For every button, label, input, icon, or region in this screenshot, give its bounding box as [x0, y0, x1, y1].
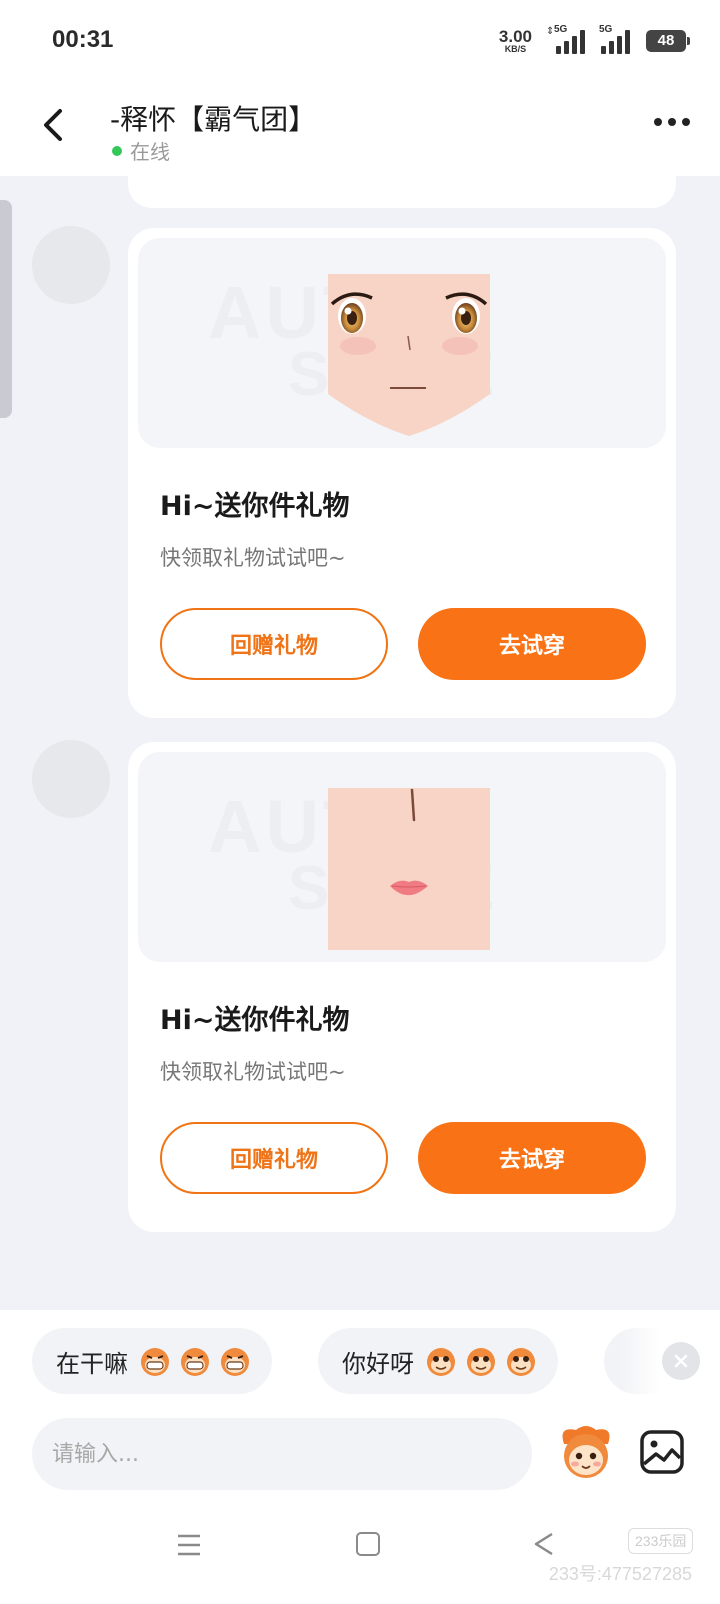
message-input-box[interactable] — [32, 1418, 532, 1490]
back-triangle-icon[interactable] — [530, 1530, 558, 1558]
return-gift-button[interactable]: 回赠礼物 — [160, 608, 388, 680]
online-status-label: 在线 — [130, 140, 170, 164]
online-status: 在线 — [112, 136, 170, 165]
network-speed-unit: KB/S — [504, 44, 527, 54]
sender-avatar[interactable] — [32, 740, 110, 818]
try-on-button[interactable]: 去试穿 — [418, 1122, 646, 1194]
menu-icon[interactable] — [176, 1532, 202, 1558]
quick-reply-chip[interactable]: 在干嘛 — [32, 1328, 272, 1394]
try-on-button[interactable]: 去试穿 — [418, 608, 646, 680]
signal-2-icon: 5G — [599, 24, 630, 54]
back-button[interactable] — [36, 100, 76, 150]
image-button[interactable] — [638, 1428, 686, 1476]
previous-message-card — [128, 176, 676, 208]
status-time: 00:31 — [52, 26, 114, 53]
gift-card-title: Hi~送你件礼物 — [160, 1005, 350, 1036]
chevron-left-icon — [44, 109, 62, 141]
smile-monkey-emoji-icon — [427, 1348, 455, 1376]
gift-preview[interactable]: AUTOR SITHE — [138, 752, 666, 962]
message-input[interactable] — [52, 1441, 532, 1467]
gift-preview[interactable]: AUTOR SITHE — [138, 238, 666, 448]
gift-card-subtitle: 快领取礼物试试吧~ — [160, 546, 346, 570]
watermark-id: 233号:477527285 — [548, 1564, 692, 1584]
battery-icon: 48 — [646, 30, 690, 52]
close-quick-replies-button[interactable] — [662, 1342, 700, 1380]
chat-message-list[interactable]: AUTOR SITHE — [0, 176, 720, 1310]
network-speed: 3.00 KB/S — [499, 28, 532, 54]
face-mouth-image — [328, 788, 490, 950]
gift-card: AUTOR SITHE — [128, 228, 676, 718]
dot-icon — [682, 118, 690, 126]
signal-1-label: 5G — [554, 24, 568, 35]
image-icon — [640, 1430, 684, 1474]
sender-avatar[interactable] — [32, 226, 110, 304]
status-bar: 00:31 3.00 KB/S ⇕ 5G 5G 48 — [0, 0, 720, 80]
chat-title: -释怀【霸气团】 — [110, 103, 317, 136]
grin-monkey-emoji-icon — [181, 1348, 209, 1376]
return-gift-button[interactable]: 回赠礼物 — [160, 1122, 388, 1194]
chat-header: -释怀【霸气团】 在线 — [0, 80, 720, 176]
dot-icon — [654, 118, 662, 126]
network-speed-value: 3.00 — [498, 27, 532, 46]
gift-card-subtitle: 快领取礼物试试吧~ — [160, 1060, 346, 1084]
close-icon — [674, 1354, 688, 1368]
signal-2-label: 5G — [599, 24, 613, 35]
anime-face-eyes-image — [328, 274, 490, 436]
gift-card: AUTOR SITHE Hi~送你件礼物 快领取礼物试试吧~ 回赠礼物 去试穿 — [128, 742, 676, 1232]
monkey-emoji-icon — [562, 1426, 610, 1478]
dot-icon — [668, 118, 676, 126]
input-panel: 在干嘛 你好呀 请输入... 233乐园 233号:477527285 — [0, 1310, 720, 1604]
status-indicators: 3.00 KB/S ⇕ 5G 5G 48 — [499, 24, 690, 56]
signal-1-icon: ⇕ 5G — [546, 24, 585, 54]
smile-monkey-emoji-icon — [467, 1348, 495, 1376]
quick-reply-chip[interactable]: 你好呀 — [318, 1328, 558, 1394]
system-nav-bar: 233乐园 233号:477527285 — [0, 1500, 720, 1604]
online-dot-icon — [112, 145, 122, 156]
home-square-icon[interactable] — [356, 1532, 380, 1556]
emoji-button[interactable] — [554, 1420, 618, 1484]
gift-card-title: Hi~送你件礼物 — [160, 491, 350, 522]
scroll-handle[interactable] — [0, 200, 12, 418]
grin-monkey-emoji-icon — [221, 1348, 249, 1376]
more-options-button[interactable] — [654, 118, 690, 126]
watermark-logo: 233乐园 — [628, 1528, 694, 1554]
smile-monkey-emoji-icon — [507, 1348, 535, 1376]
quick-reply-bar[interactable]: 在干嘛 你好呀 — [32, 1328, 720, 1394]
grin-monkey-emoji-icon — [141, 1348, 169, 1376]
quick-reply-text: 你好呀 — [342, 1349, 414, 1378]
quick-reply-text: 在干嘛 — [56, 1349, 128, 1378]
